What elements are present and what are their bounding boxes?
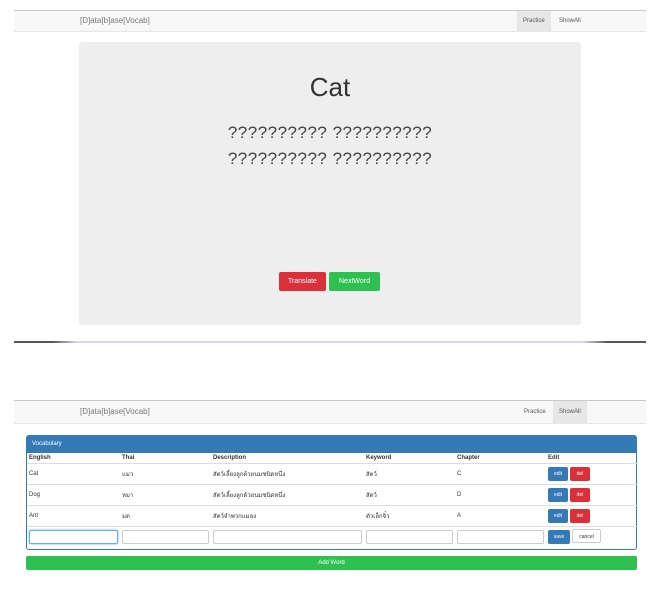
table-row: Cat แมว สัตว์เลี้ยงลูกด้วยนมชนิดหนึ่ง สั… — [27, 462, 638, 484]
cell-chapter: C — [455, 462, 546, 484]
cell-chapter: D — [455, 483, 546, 505]
column-header-keyword: Keyword — [364, 453, 455, 464]
navbar: [D]ata[b]ase[Vocab] Practice ShowAll — [14, 400, 646, 424]
nav-practice[interactable]: Practice — [518, 401, 552, 424]
add-word-button[interactable]: Add Word — [26, 556, 637, 570]
edit-button[interactable]: edit — [548, 508, 568, 523]
column-header-edit: Edit — [546, 453, 638, 464]
delete-button[interactable]: del — [570, 487, 590, 502]
nav-practice[interactable]: Practice — [517, 11, 551, 32]
column-header-english: English — [27, 453, 120, 464]
next-word-button[interactable]: NextWord — [329, 272, 380, 291]
new-keyword-input[interactable] — [366, 529, 453, 544]
column-header-chapter: Chapter — [455, 453, 546, 464]
cell-description: สัตว์เลี้ยงลูกด้วยนมชนิดหนึ่ง — [211, 483, 364, 505]
cell-thai: แมว — [120, 462, 211, 484]
save-button[interactable]: save — [548, 530, 570, 545]
divider — [14, 341, 646, 343]
brand-link[interactable]: [D]ata[b]ase[Vocab] — [80, 16, 150, 25]
edit-button[interactable]: edit — [548, 466, 568, 481]
vocabulary-table: English Thai Description Keyword Chapter… — [27, 453, 638, 547]
new-description-input[interactable] — [213, 529, 362, 544]
table-row: Ant มด สัตว์จำพวกแมลง ตัวเล็กจิ๋ว A edit… — [27, 504, 638, 526]
cell-edit: edit del — [546, 504, 638, 526]
cell-english: Ant — [27, 504, 120, 526]
translate-button[interactable]: Translate — [279, 272, 326, 291]
cell-thai: หมา — [120, 483, 211, 505]
flashcard-description: ?????????? ?????????? ?????????? ???????… — [79, 120, 581, 172]
cell-edit: edit del — [546, 462, 638, 484]
showall-screen: [D]ata[b]ase[Vocab] Practice ShowAll Voc… — [0, 395, 666, 594]
cell-chapter: A — [455, 504, 546, 526]
practice-screen: [D]ata[b]ase[Vocab] Practice ShowAll Cat… — [0, 0, 666, 345]
cell-edit: edit del — [546, 483, 638, 505]
column-header-thai: Thai — [120, 453, 211, 464]
description-line-2: ?????????? ?????????? — [227, 149, 433, 168]
cell-description: สัตว์จำพวกแมลง — [211, 504, 364, 526]
table-row: Dog หมา สัตว์เลี้ยงลูกด้วยนมชนิดหนึ่ง สั… — [27, 483, 638, 505]
flashcard-word: Cat — [309, 72, 351, 102]
cell-thai: มด — [120, 504, 211, 526]
table-header-row: English Thai Description Keyword Chapter… — [27, 453, 638, 464]
vocabulary-panel: Vocabulary English Thai Description Keyw… — [26, 435, 638, 550]
flashcard: Cat ?????????? ?????????? ?????????? ???… — [79, 42, 581, 325]
column-header-description: Description — [211, 453, 364, 464]
cell-english: Cat — [27, 462, 120, 484]
cell-description: สัตว์เลี้ยงลูกด้วยนมชนิดหนึ่ง — [211, 462, 364, 484]
nav-showall[interactable]: ShowAll — [553, 401, 587, 424]
brand-link[interactable]: [D]ata[b]ase[Vocab] — [80, 407, 150, 416]
nav-showall[interactable]: ShowAll — [553, 11, 587, 32]
delete-button[interactable]: del — [570, 508, 590, 523]
cancel-button[interactable]: cancel — [572, 529, 601, 544]
cell-keyword: ตัวเล็กจิ๋ว — [364, 504, 455, 526]
edit-button[interactable]: edit — [548, 487, 568, 502]
delete-button[interactable]: del — [570, 466, 590, 481]
new-english-input[interactable] — [29, 529, 118, 544]
description-line-1: ?????????? ?????????? — [227, 123, 433, 142]
new-thai-input[interactable] — [122, 529, 209, 544]
navbar: [D]ata[b]ase[Vocab] Practice ShowAll — [14, 10, 646, 32]
cell-keyword: สัตว์ — [364, 483, 455, 505]
panel-title: Vocabulary — [27, 436, 636, 453]
new-chapter-input[interactable] — [457, 529, 544, 544]
new-word-row: save cancel — [27, 525, 638, 547]
cell-keyword: สัตว์ — [364, 462, 455, 484]
cell-english: Dog — [27, 483, 120, 505]
